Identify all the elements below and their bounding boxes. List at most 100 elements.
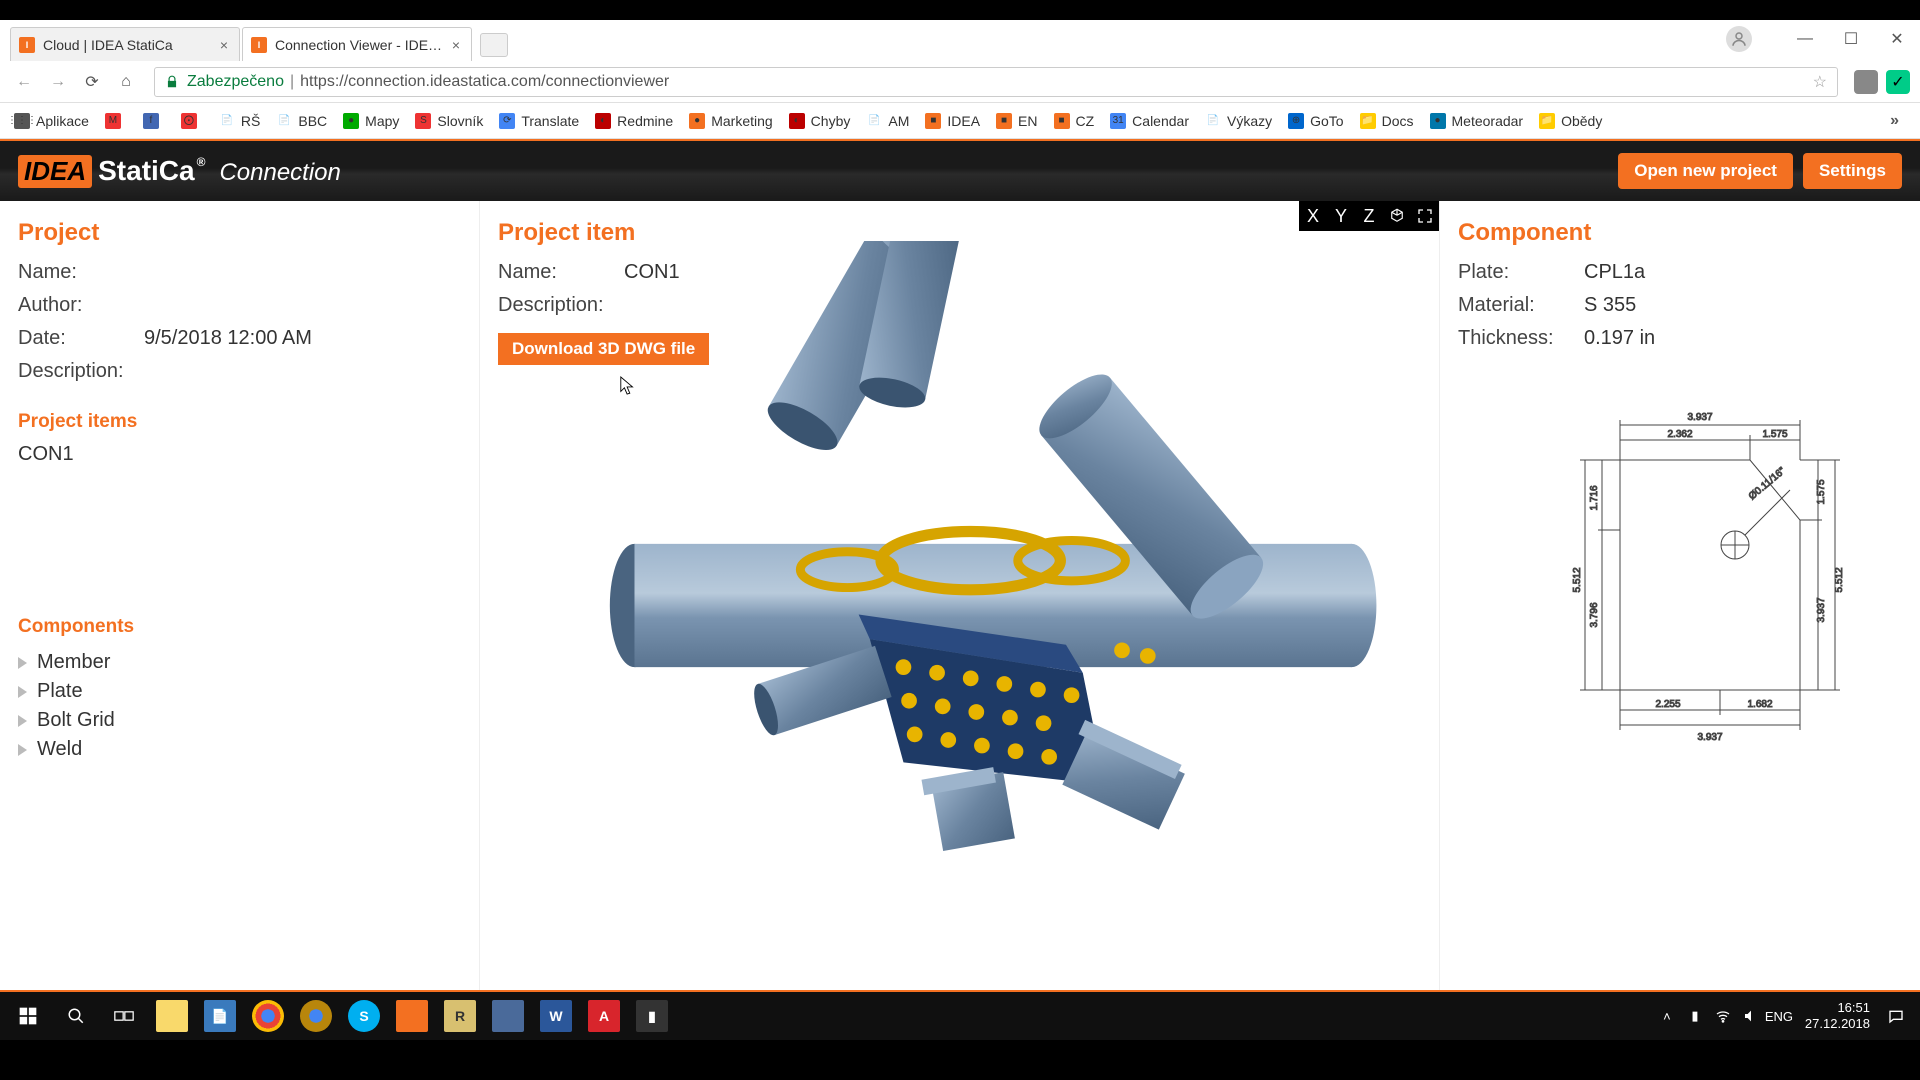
bookmark-item[interactable]: ●Marketing (681, 107, 780, 135)
tray-lang[interactable]: ENG (1767, 1004, 1791, 1028)
taskbar-acrobat[interactable]: A (580, 994, 628, 1038)
task-view-button[interactable] (100, 994, 148, 1038)
bookmark-item[interactable]: ◐Chyby (781, 107, 859, 135)
component-tree-item[interactable]: Bolt Grid (18, 706, 461, 735)
app-header: IDEA StatiCa® Connection Open new projec… (0, 139, 1920, 201)
bookmark-label: Meteoradar (1452, 113, 1524, 129)
view-x-button[interactable]: X (1299, 201, 1327, 231)
bookmark-item[interactable]: f (135, 107, 173, 135)
bookmark-item[interactable]: ■IDEA (917, 107, 988, 135)
field-label: Material: (1458, 294, 1584, 317)
bookmark-item[interactable]: 📄BBC (268, 107, 335, 135)
bookmark-overflow-button[interactable]: » (1876, 112, 1914, 130)
close-icon[interactable]: × (217, 38, 231, 52)
bookmark-item[interactable]: ⟳Translate (491, 107, 587, 135)
maximize-button[interactable]: ☐ (1828, 21, 1874, 57)
open-new-project-button[interactable]: Open new project (1618, 153, 1793, 189)
extension-icon[interactable]: ✓ (1886, 70, 1910, 94)
tray-wifi-icon[interactable] (1711, 1004, 1735, 1028)
bookmark-icon: S (415, 113, 431, 129)
reload-button[interactable]: ⟳ (78, 68, 106, 96)
field-label: Author: (18, 294, 144, 317)
browser-tab[interactable]: I Cloud | IDEA StatiCa × (10, 27, 240, 61)
svg-text:5.512: 5.512 (1834, 567, 1845, 592)
expand-triangle-icon (18, 744, 27, 756)
browser-tab-bar: I Cloud | IDEA StatiCa × I Connection Vi… (0, 20, 1920, 61)
taskbar-word[interactable]: W (532, 994, 580, 1038)
tray-expand-icon[interactable]: ˄ (1655, 1004, 1679, 1028)
bookmark-item[interactable]: 📁Docs (1352, 107, 1422, 135)
bookmark-icon: ■ (925, 113, 941, 129)
bookmark-item[interactable]: ●Mapy (335, 107, 407, 135)
bookmark-item[interactable]: 📄Výkazy (1197, 107, 1280, 135)
tray-notifications-icon[interactable] (1884, 1004, 1908, 1028)
taskbar-chrome[interactable] (244, 994, 292, 1038)
components-title: Components (18, 616, 461, 638)
taskbar-app[interactable]: 📄 (196, 994, 244, 1038)
taskbar-file-explorer[interactable] (148, 994, 196, 1038)
component-tree-item[interactable]: Member (18, 648, 461, 677)
bookmark-star-icon[interactable]: ☆ (1813, 72, 1827, 92)
bookmark-item[interactable]: M (97, 107, 135, 135)
taskbar-revit[interactable]: R (436, 994, 484, 1038)
view-iso-button[interactable] (1383, 201, 1411, 231)
bookmark-item[interactable]: SSlovník (407, 107, 491, 135)
bookmark-icon: 📄 (276, 113, 292, 129)
user-avatar-icon[interactable] (1726, 26, 1752, 52)
back-button[interactable]: ← (10, 68, 38, 96)
component-tree-item[interactable]: Plate (18, 677, 461, 706)
fullscreen-button[interactable] (1411, 201, 1439, 231)
bookmark-item[interactable]: ⨀ (173, 107, 211, 135)
clock-time: 16:51 (1805, 1000, 1870, 1016)
bookmark-label: Mapy (365, 113, 399, 129)
close-window-button[interactable]: ✕ (1874, 21, 1920, 57)
view-z-button[interactable]: Z (1355, 201, 1383, 231)
component-section-title: Component (1458, 219, 1902, 247)
bookmark-item[interactable]: 📄AM (858, 107, 917, 135)
settings-button[interactable]: Settings (1803, 153, 1902, 189)
taskbar-idea[interactable] (388, 994, 436, 1038)
minimize-button[interactable]: — (1782, 21, 1828, 57)
bookmark-item[interactable]: 📄RŠ (211, 107, 268, 135)
bookmark-label: RŠ (241, 113, 260, 129)
field-label: Plate: (1458, 261, 1584, 284)
project-item[interactable]: CON1 (18, 443, 461, 466)
bookmark-item[interactable]: 31Calendar (1102, 107, 1197, 135)
lock-icon (165, 75, 179, 89)
search-button[interactable] (52, 994, 100, 1038)
bookmark-item[interactable]: 📁Obědy (1531, 107, 1610, 135)
svg-text:5.512: 5.512 (1572, 567, 1583, 592)
tray-battery-icon[interactable]: ▮ (1683, 1004, 1707, 1028)
forward-button[interactable]: → (44, 68, 72, 96)
3d-viewport[interactable] (500, 241, 1419, 970)
bookmark-icon: 📁 (1360, 113, 1376, 129)
bookmark-icon: ◐ (789, 113, 805, 129)
bookmark-label: Obědy (1561, 113, 1602, 129)
taskbar-skype[interactable]: S (340, 994, 388, 1038)
view-y-button[interactable]: Y (1327, 201, 1355, 231)
bookmark-label: Výkazy (1227, 113, 1272, 129)
extension-icon[interactable] (1854, 70, 1878, 94)
taskbar-chrome-canary[interactable] (292, 994, 340, 1038)
bookmark-item[interactable]: ◐Redmine (587, 107, 681, 135)
start-button[interactable] (4, 994, 52, 1038)
component-tree-item[interactable]: Weld (18, 735, 461, 764)
bookmark-item[interactable]: ■EN (988, 107, 1045, 135)
url-input[interactable]: Zabezpečeno | https://connection.ideasta… (154, 67, 1838, 97)
bookmark-item[interactable]: ●Meteoradar (1422, 107, 1532, 135)
home-button[interactable]: ⌂ (112, 68, 140, 96)
new-tab-button[interactable] (480, 33, 508, 57)
bookmark-item[interactable]: ■CZ (1046, 107, 1103, 135)
project-items-title: Project items (18, 411, 461, 433)
taskbar-app2[interactable] (484, 994, 532, 1038)
tray-clock[interactable]: 16:51 27.12.2018 (1805, 1000, 1870, 1031)
bookmark-item[interactable]: ⊕GoTo (1280, 107, 1351, 135)
tray-volume-icon[interactable] (1739, 1004, 1763, 1028)
bookmark-label: Aplikace (36, 113, 89, 129)
bookmark-icon: ● (689, 113, 705, 129)
favicon-icon: I (251, 37, 267, 53)
browser-tab[interactable]: I Connection Viewer - IDE… × (242, 27, 472, 61)
bookmark-item[interactable]: ⋮⋮⋮Aplikace (6, 107, 97, 135)
close-icon[interactable]: × (449, 38, 463, 52)
taskbar-movie[interactable]: ▮ (628, 994, 676, 1038)
